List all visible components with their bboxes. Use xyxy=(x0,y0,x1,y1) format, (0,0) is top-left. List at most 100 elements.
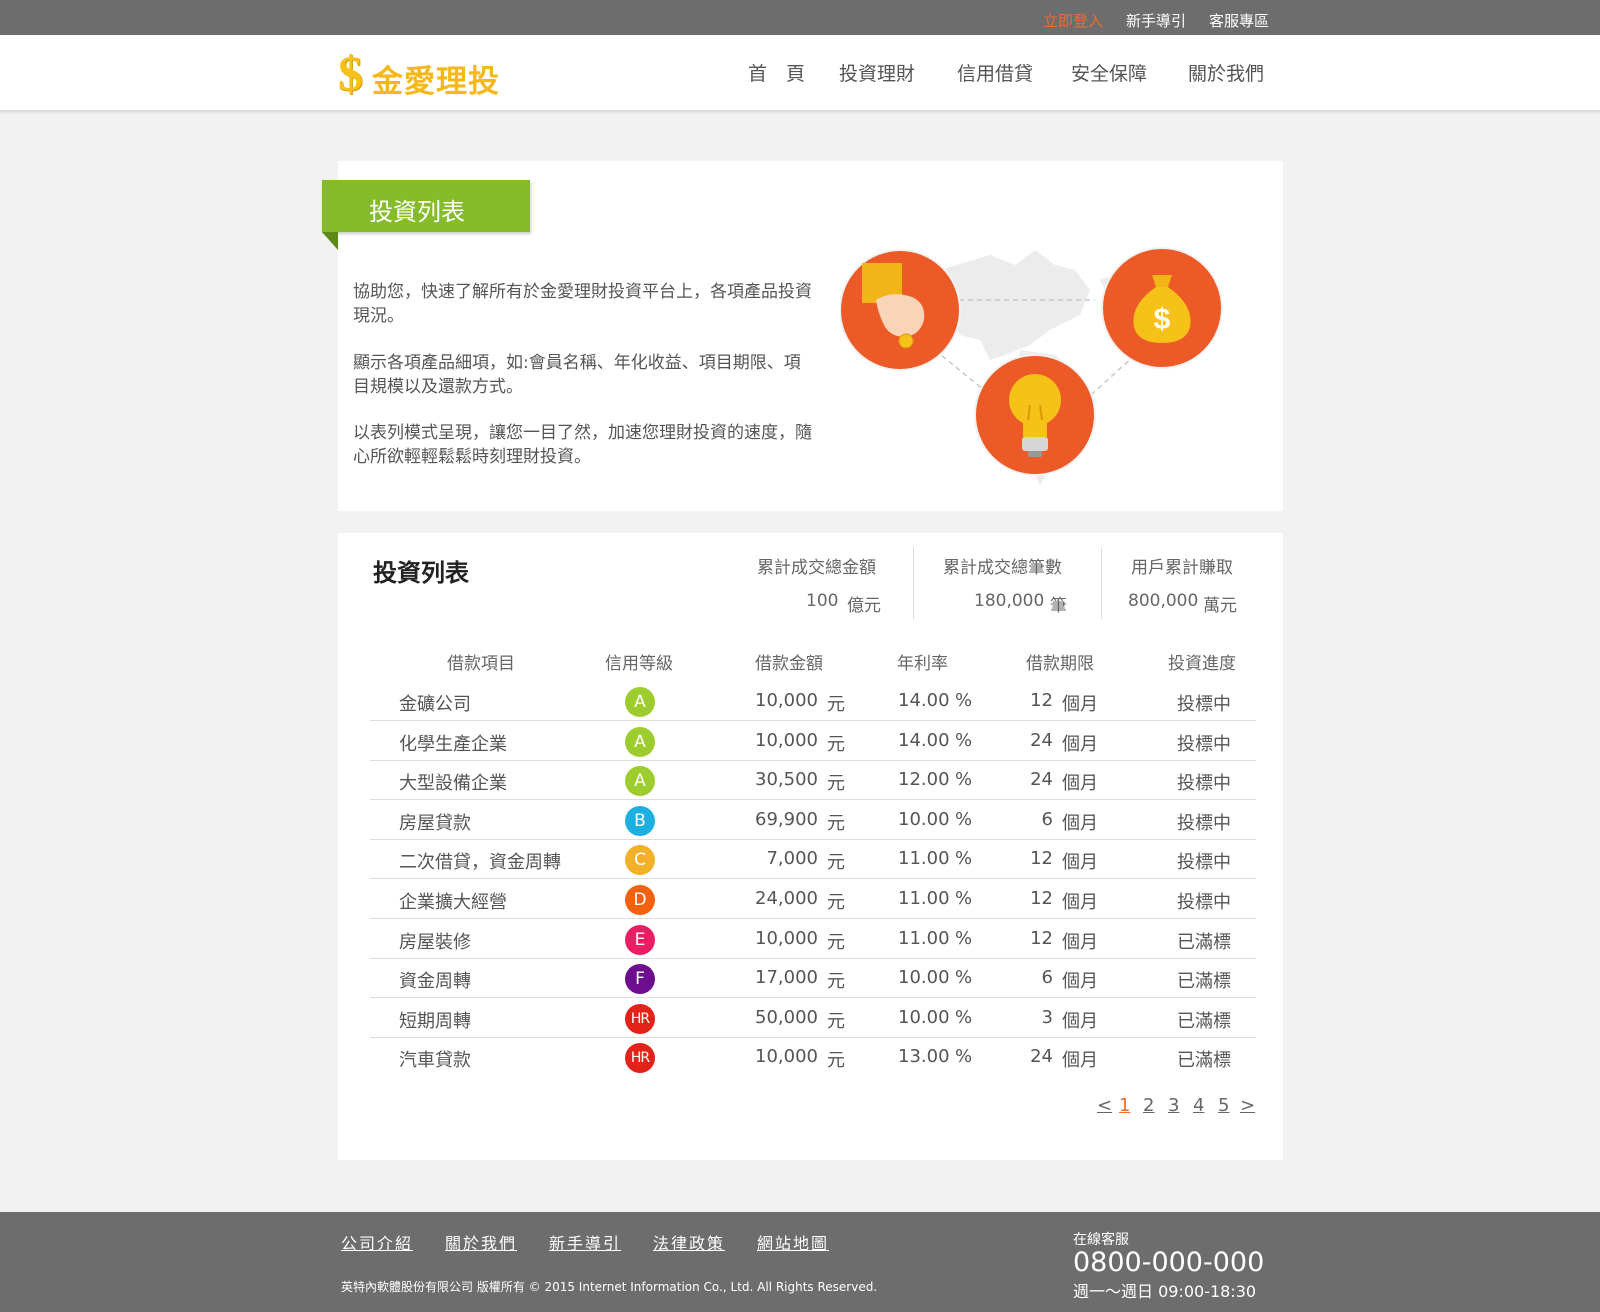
svg-text:$: $ xyxy=(1154,303,1171,336)
row-rate: 14.00 xyxy=(898,730,950,751)
table-row[interactable]: 二次借貸，資金周轉 C 7,000 元 11.00% 12 個月 投標中 xyxy=(370,839,1256,879)
row-status: 投標中 xyxy=(1177,734,1231,755)
footer-link-legal[interactable]: 法律政策 xyxy=(653,1230,725,1254)
table-row[interactable]: 房屋貸款 B 69,900 元 10.00% 6 個月 投標中 xyxy=(370,800,1256,840)
row-rate-unit: % xyxy=(955,1007,973,1028)
pager-page-3[interactable]: 3 xyxy=(1168,1095,1179,1116)
row-rate: 10.00 xyxy=(898,809,950,830)
stat-total-count-value: 180,000 xyxy=(974,591,1045,611)
pager-page-4[interactable]: 4 xyxy=(1193,1095,1204,1116)
row-item-name: 企業擴大經營 xyxy=(399,892,507,913)
row-status: 已滿標 xyxy=(1177,971,1231,992)
stat-user-earnings-value: 800,000 xyxy=(1128,591,1199,611)
row-amount: 69,900 xyxy=(755,809,818,830)
row-item-name: 金礦公司 xyxy=(399,694,471,715)
row-rate-unit: % xyxy=(955,967,973,988)
row-amount: 50,000 xyxy=(755,1007,818,1028)
service-hours: 週一～週日 09:00-18:30 xyxy=(1073,1282,1257,1301)
row-amount-unit: 元 xyxy=(827,932,845,953)
row-term: 12 xyxy=(1030,888,1053,909)
nav-about[interactable]: 關於我們 xyxy=(1188,59,1264,86)
row-amount-unit: 元 xyxy=(827,734,845,755)
intro-paragraph-1: 協助您，快速了解所有於金愛理財投資平台上，各項產品投資現況。 xyxy=(353,282,812,326)
pager-prev[interactable]: < xyxy=(1097,1095,1112,1116)
row-rate-unit: % xyxy=(955,928,973,949)
stat-divider xyxy=(1101,547,1102,619)
row-status: 投標中 xyxy=(1177,773,1231,794)
row-term-unit: 個月 xyxy=(1062,932,1098,953)
row-term-unit: 個月 xyxy=(1062,971,1098,992)
table-row[interactable]: 資金周轉 F 17,000 元 10.00% 6 個月 已滿標 xyxy=(370,958,1256,998)
credit-grade-badge: D xyxy=(625,885,655,915)
row-term: 24 xyxy=(1030,1046,1053,1067)
row-item-name: 汽車貸款 xyxy=(399,1050,471,1071)
row-status: 投標中 xyxy=(1177,892,1231,913)
intro-ribbon: 投資列表 xyxy=(322,180,530,232)
table-row[interactable]: 短期周轉 HR 50,000 元 10.00% 3 個月 已滿標 xyxy=(370,998,1256,1038)
stat-total-amount-value: 100 xyxy=(806,591,839,611)
row-rate: 13.00 xyxy=(898,1046,950,1067)
stat-user-earnings-label: 用戶累計賺取 xyxy=(1131,558,1233,578)
footer-link-about[interactable]: 關於我們 xyxy=(445,1230,517,1254)
stat-total-amount-label: 累計成交總金額 xyxy=(757,558,876,578)
pager-page-5[interactable]: 5 xyxy=(1218,1095,1229,1116)
row-amount-unit: 元 xyxy=(827,813,845,834)
row-rate: 10.00 xyxy=(898,967,950,988)
ribbon-title: 投資列表 xyxy=(369,198,465,226)
row-amount: 10,000 xyxy=(755,690,818,711)
copyright-text: 英特內軟體股份有限公司 版權所有 © 2015 Internet Informa… xyxy=(341,1280,878,1294)
credit-grade-badge: B xyxy=(625,806,655,836)
guide-link[interactable]: 新手導引 xyxy=(1126,10,1186,31)
row-term-unit: 個月 xyxy=(1062,734,1098,755)
service-link[interactable]: 客服專區 xyxy=(1209,10,1269,31)
row-item-name: 二次借貸，資金周轉 xyxy=(399,852,561,873)
stat-total-count-label: 累計成交總筆數 xyxy=(943,558,1062,578)
footer-link-guide[interactable]: 新手導引 xyxy=(549,1230,621,1254)
footer-link-company[interactable]: 公司介紹 xyxy=(341,1230,413,1254)
row-rate-unit: % xyxy=(955,690,973,711)
row-term: 6 xyxy=(1041,967,1053,988)
stat-total-count-unit: 筆 xyxy=(1050,596,1067,616)
row-rate: 14.00 xyxy=(898,690,950,711)
row-status: 投標中 xyxy=(1177,694,1231,715)
col-header-progress: 投資進度 xyxy=(1168,654,1236,674)
ribbon-fold xyxy=(322,232,338,250)
pager-next[interactable]: > xyxy=(1240,1095,1255,1116)
row-term-unit: 個月 xyxy=(1062,892,1098,913)
money-bag-icon: $ xyxy=(1101,247,1223,369)
row-amount-unit: 元 xyxy=(827,694,845,715)
row-term-unit: 個月 xyxy=(1062,852,1098,873)
row-term: 6 xyxy=(1041,809,1053,830)
login-link[interactable]: 立即登入 xyxy=(1043,10,1103,31)
row-rate: 11.00 xyxy=(898,928,950,949)
logo-dollar-icon: $ xyxy=(338,45,363,101)
table-row[interactable]: 房屋裝修 E 10,000 元 11.00% 12 個月 已滿標 xyxy=(370,919,1256,959)
table-row[interactable]: 大型設備企業 A 30,500 元 12.00% 24 個月 投標中 xyxy=(370,760,1256,800)
table-row[interactable]: 化學生產企業 A 10,000 元 14.00% 24 個月 投標中 xyxy=(370,721,1256,761)
logo[interactable]: $ 金愛理投 xyxy=(338,45,528,101)
credit-grade-badge: A xyxy=(625,766,655,796)
top-bar: 立即登入 新手導引 客服專區 xyxy=(0,0,1600,35)
row-rate: 11.00 xyxy=(898,848,950,869)
row-rate: 11.00 xyxy=(898,888,950,909)
light-bulb-icon xyxy=(974,354,1096,476)
row-term: 24 xyxy=(1030,730,1053,751)
nav-investment[interactable]: 投資理財 xyxy=(839,59,915,86)
row-item-name: 房屋貸款 xyxy=(399,813,471,834)
nav-credit-loan[interactable]: 信用借貸 xyxy=(957,59,1033,86)
row-term: 3 xyxy=(1041,1007,1053,1028)
footer-link-sitemap[interactable]: 網站地圖 xyxy=(757,1230,829,1254)
nav-home[interactable]: 首 頁 xyxy=(748,59,805,86)
hand-coin-icon xyxy=(840,249,961,371)
row-rate-unit: % xyxy=(955,1046,973,1067)
pager-page-2[interactable]: 2 xyxy=(1143,1095,1154,1116)
row-amount: 24,000 xyxy=(755,888,818,909)
row-rate-unit: % xyxy=(955,888,973,909)
pager-page-1[interactable]: 1 xyxy=(1119,1095,1130,1116)
table-row[interactable]: 汽車貸款 HR 10,000 元 13.00% 24 個月 已滿標 xyxy=(370,1037,1256,1077)
service-phone: 0800-000-000 xyxy=(1073,1247,1265,1278)
table-row[interactable]: 企業擴大經營 D 24,000 元 11.00% 12 個月 投標中 xyxy=(370,879,1256,919)
nav-security[interactable]: 安全保障 xyxy=(1071,59,1147,86)
table-row[interactable]: 金礦公司 A 10,000 元 14.00% 12 個月 投標中 xyxy=(370,681,1256,721)
footer xyxy=(0,1212,1600,1312)
